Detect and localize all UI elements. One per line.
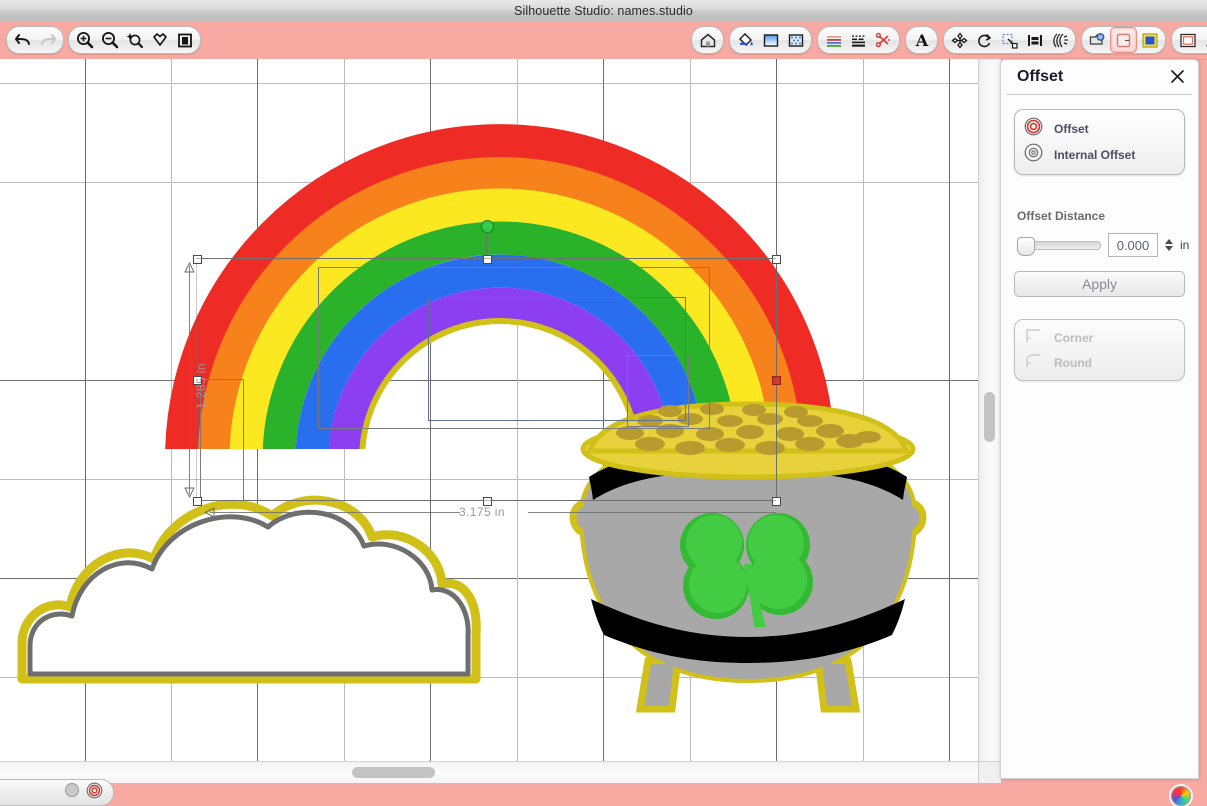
zoom-out-button[interactable] [97,28,122,52]
sub-selection-rect [627,355,689,427]
corner-sharp-icon [1024,326,1043,350]
horizontal-scrollbar-thumb[interactable] [352,767,435,778]
status-bar [0,779,1207,806]
corner-style-corner-label: Corner [1054,330,1094,345]
resize-handle-tc[interactable] [483,255,492,264]
fill-color-button[interactable] [733,28,758,52]
redo-button[interactable] [35,28,60,52]
home-button[interactable] [695,28,720,52]
text-style-button[interactable]: A [909,28,934,52]
height-dimension-label: 1.285 in [194,363,208,409]
pan-button[interactable] [147,28,172,52]
toolbar-group-transform [943,26,1076,54]
toolbar-group-home [691,26,724,54]
svg-text:A: A [914,31,928,50]
scrollbar-corner [978,761,1001,784]
modify-button[interactable]: M [1085,28,1110,52]
page-setup-button[interactable] [1175,28,1200,52]
toolbar-group-history [6,26,64,54]
svg-text:M: M [1098,35,1102,41]
offset-distance-row: 0.000 in [1017,233,1198,257]
offset-distance-unit: in [1180,238,1190,252]
toolbar-group-text: A [905,26,938,54]
resize-handle-tr[interactable] [772,255,781,264]
offset-target-icon [1024,117,1043,141]
close-icon[interactable] [1168,67,1186,85]
corner-style-corner[interactable]: Corner [1015,325,1184,350]
line-style-button[interactable] [846,28,871,52]
apply-button[interactable]: Apply [1014,271,1185,297]
corner-style-round[interactable]: Round [1015,350,1184,375]
guide-line [196,258,776,259]
offset-mode-group: Offset Internal Offset [1014,109,1185,175]
toolbar-group-modify: M [1081,26,1166,54]
offset-panel-header: Offset [1007,60,1192,95]
pen-settings-button[interactable] [1200,28,1207,52]
scale-button[interactable] [997,28,1022,52]
offset-mode-offset-label: Offset [1054,122,1089,136]
toolbar-group-zoom [68,26,201,54]
offset-panel: Offset Offset Internal Offset Offset Dis… [1000,59,1199,779]
pattern-fill-button[interactable] [783,28,808,52]
app-window: Silhouette Studio: names.studio A M 1.28… [0,0,1207,806]
gradient-fill-button[interactable] [758,28,783,52]
canvas-surface[interactable]: 1.285 in 3.175 in [0,59,978,761]
registration-target-icon[interactable] [86,782,103,804]
pot-of-gold-shape [569,401,927,713]
corner-style-group: Corner Round [1014,319,1185,381]
toolbar-group-appearance [729,26,812,54]
panel-title: Offset [1017,68,1064,85]
offset-mode-internal[interactable]: Internal Offset [1015,142,1184,168]
offset-distance-input[interactable]: 0.000 [1108,233,1158,257]
offset-distance-slider-knob[interactable] [1017,236,1035,256]
offset-mode-offset[interactable]: Offset [1015,116,1184,142]
rotation-handle[interactable] [481,220,494,233]
main-toolbar: A M [0,21,1207,60]
window-title: Silhouette Studio: names.studio [514,3,693,18]
title-bar: Silhouette Studio: names.studio [0,0,1207,22]
width-dimension-label: 3.175 in [459,505,505,519]
resize-handle-br[interactable] [772,497,781,506]
offset-distance-label: Offset Distance [1017,209,1106,223]
fit-to-page-button[interactable] [172,28,197,52]
resize-handle-mr[interactable] [772,376,781,385]
trace-button[interactable] [1137,28,1162,52]
align-button[interactable] [1022,28,1047,52]
cloud-shape [17,495,481,684]
guide-line [210,500,776,501]
rotate-button[interactable] [972,28,997,52]
offset-distance-stepper[interactable] [1165,239,1173,251]
internal-offset-icon [1024,143,1043,167]
corner-round-icon [1024,351,1043,375]
stepper-up-icon[interactable] [1165,239,1173,244]
line-color-button[interactable] [821,28,846,52]
offset-mode-internal-label: Internal Offset [1054,148,1136,162]
offset-distance-slider[interactable] [1017,236,1101,256]
color-wheel-icon[interactable] [1171,786,1191,806]
replicate-button[interactable] [1047,28,1072,52]
undo-button[interactable] [10,28,35,52]
move-button[interactable] [947,28,972,52]
status-bar-left-group [0,779,114,806]
offset-button[interactable] [1110,27,1137,53]
status-blank-icon[interactable] [64,782,80,803]
toolbar-group-page [1171,26,1207,54]
corner-style-round-label: Round [1054,355,1092,370]
stepper-down-icon[interactable] [1165,246,1173,251]
vertical-scrollbar-thumb[interactable] [984,392,995,442]
toolbar-group-line [817,26,900,54]
vertical-scrollbar[interactable] [978,59,1001,761]
cut-style-button[interactable] [871,28,896,52]
horizontal-scrollbar[interactable] [0,761,978,784]
zoom-selection-button[interactable] [122,28,147,52]
zoom-in-button[interactable] [72,28,97,52]
design-canvas[interactable]: 1.285 in 3.175 in RINTIN... ✕ [0,59,978,761]
